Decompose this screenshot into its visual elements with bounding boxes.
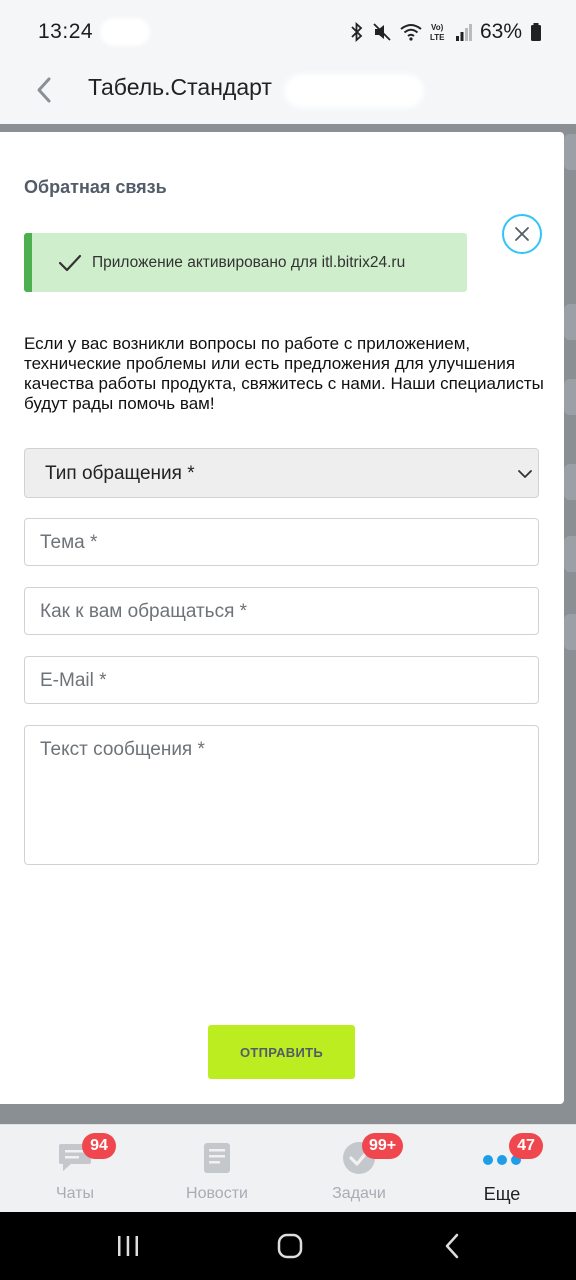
tab-label-news: Новости [186,1185,248,1202]
battery-icon [530,23,542,41]
name-placeholder: Как к вам обращаться * [40,601,248,622]
background-element [564,614,576,650]
system-back-button[interactable] [432,1228,472,1264]
wifi-icon [400,23,422,41]
status-time: 13:24 [38,20,94,43]
status-bar: 13:24 Vo) LTE 63% [0,0,576,62]
tab-news[interactable]: Новости [162,1125,272,1213]
bluetooth-icon [350,22,364,42]
tab-chats[interactable]: Чаты 94 [20,1125,130,1213]
email-field[interactable]: E-Mail * [24,656,539,704]
submit-button[interactable]: ОТПРАВИТЬ [208,1025,355,1079]
more-badge: 47 [509,1133,543,1159]
recents-icon [118,1236,138,1256]
background-element [564,464,576,500]
message-placeholder: Текст сообщения * [40,739,205,760]
name-field[interactable]: Как к вам обращаться * [24,587,539,635]
close-button[interactable] [502,214,542,254]
signal-icon [455,23,472,41]
status-icons: Vo) LTE 63% [350,20,542,44]
svg-text:LTE: LTE [430,33,445,42]
back-button[interactable] [26,72,62,108]
close-icon [515,227,529,241]
system-navigation-bar [0,1212,576,1280]
svg-text:Vo): Vo) [431,23,444,32]
app-title: Табель.Стандарт [88,74,272,100]
tasks-badge: 99+ [362,1133,404,1159]
feedback-modal: Обратная связь Приложение активировано д… [0,132,564,1104]
subject-placeholder: Тема * [40,532,98,553]
activation-alert: Приложение активировано для itl.bitrix24… [24,233,467,292]
battery-percent: 63% [479,20,522,43]
background-element [564,536,576,572]
subject-field[interactable]: Тема * [24,518,539,566]
mute-icon [372,22,392,42]
redacted-title-area [284,74,424,108]
app-bar: Табель.Стандарт [0,62,576,124]
redacted-area [100,18,150,46]
request-type-label: Тип обращения * [45,463,195,484]
request-type-select[interactable]: Тип обращения * [24,448,539,498]
news-icon [201,1141,233,1180]
background-element [564,134,576,170]
checkmark-icon [58,254,82,272]
email-placeholder: E-Mail * [40,670,107,691]
alert-text: Приложение активировано для itl.bitrix24… [92,253,406,271]
tab-label-chats: Чаты [55,1185,95,1202]
background-element [564,379,576,415]
tab-label-more: Еще [483,1184,521,1204]
message-textarea[interactable]: Текст сообщения * [24,725,539,865]
tab-tasks[interactable]: Задачи 99+ [304,1125,414,1213]
background-element [564,304,576,340]
tab-more[interactable]: Еще 47 [447,1125,557,1213]
tab-label-tasks: Задачи [332,1185,386,1202]
back-icon [445,1233,459,1259]
home-icon [277,1233,303,1259]
chevron-left-icon [37,77,51,103]
chats-badge: 94 [82,1133,116,1159]
bottom-tab-bar: Чаты 94 Новости Задачи 99+ Еще 47 [0,1124,576,1212]
description-text: Если у вас возникли вопросы по работе с … [24,334,544,413]
home-button[interactable] [270,1228,310,1264]
modal-heading: Обратная связь [24,177,167,197]
chevron-down-icon [518,466,532,484]
recents-button[interactable] [108,1228,148,1264]
volte-icon: Vo) LTE [430,22,448,42]
